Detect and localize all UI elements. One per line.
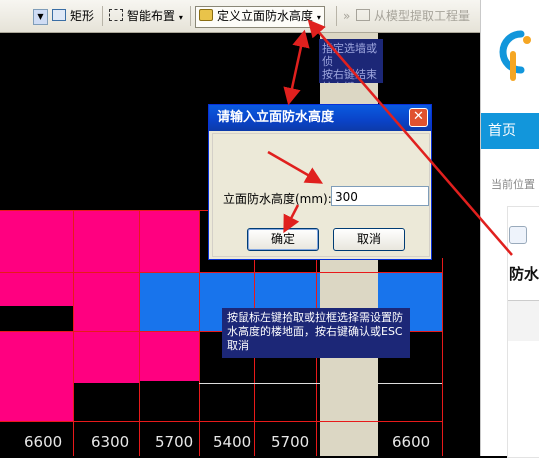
grid-line <box>199 210 200 456</box>
floor-region[interactable] <box>73 210 139 272</box>
cancel-button[interactable]: 取消 <box>333 228 405 251</box>
dimension-label: 6300 <box>91 433 130 451</box>
ok-button[interactable]: 确定 <box>247 228 319 251</box>
user-icon <box>509 226 527 244</box>
floor-region[interactable] <box>0 331 73 421</box>
waterproof-height-dialog: 请输入立面防水高度 ✕ 立面防水高度(mm): 300 确定 取消 <box>208 104 432 260</box>
rectangle-icon <box>52 9 66 21</box>
waterproof-height-input[interactable]: 300 <box>331 186 429 206</box>
dropdown-arrow-icon: ▾ <box>178 13 183 22</box>
dimension-label: 5400 <box>213 433 252 451</box>
rect-tool-button[interactable]: 矩形 <box>52 6 94 26</box>
toolbar-separator <box>102 6 103 26</box>
extract-icon <box>356 9 370 21</box>
close-icon[interactable]: ✕ <box>409 108 428 127</box>
toolbar: ▼ 矩形 智能布置 ▾ 定义立面防水高度 ▾ » 从模型提取工程量 <box>0 0 480 33</box>
floor-region[interactable] <box>139 210 199 272</box>
dimension-label: 5700 <box>271 433 310 451</box>
dialog-title-bar[interactable]: 请输入立面防水高度 ✕ <box>209 105 431 131</box>
extract-from-model-button[interactable]: 从模型提取工程量 <box>356 6 470 26</box>
dropdown-arrow-icon: ▾ <box>316 13 321 22</box>
card-title: 防水 <box>509 265 539 283</box>
floor-region[interactable] <box>73 272 139 331</box>
chevron-down-icon[interactable]: ▼ <box>33 9 48 25</box>
floor-region[interactable] <box>139 331 199 381</box>
grid-line <box>73 210 74 456</box>
instruction-tooltip: 按鼠标左键拾取或拉框选择需设置防水高度的楼地面，按右键确认或ESC取消 <box>222 308 410 358</box>
toolbar-separator <box>336 6 337 26</box>
grid-line <box>139 210 140 456</box>
wall-line <box>378 383 442 384</box>
define-waterproof-height-button[interactable]: 定义立面防水高度 ▾ <box>199 6 321 26</box>
wall-line <box>199 383 320 384</box>
waterproof-icon <box>199 9 213 21</box>
thumbnail-image <box>508 300 539 341</box>
top-tooltip: 指定选墙或侦 按右键结束 按右键 <box>319 39 383 83</box>
breadcrumb: 当前位置 <box>491 178 535 191</box>
grid-line <box>0 421 442 422</box>
dimension-label: 5700 <box>155 433 194 451</box>
floor-region[interactable] <box>0 210 73 306</box>
waterproof-height-label: 立面防水高度(mm): <box>223 192 332 206</box>
smart-layout-button[interactable]: 智能布置 ▾ <box>109 6 183 26</box>
dialog-body: 立面防水高度(mm): 300 确定 取消 <box>212 133 430 257</box>
dimension-label: 6600 <box>24 433 63 451</box>
toolbar-overflow-icon[interactable]: » <box>343 6 350 26</box>
brand-logo-icon <box>499 30 531 81</box>
grid-line <box>442 258 443 456</box>
toolbar-separator <box>190 6 191 26</box>
dimension-label: 6600 <box>392 433 431 451</box>
grid-line <box>0 272 442 273</box>
grid-icon <box>109 9 123 21</box>
nav-home[interactable]: 首页 <box>481 113 539 149</box>
dialog-title: 请输入立面防水高度 <box>217 110 335 125</box>
floor-region[interactable] <box>73 331 139 383</box>
